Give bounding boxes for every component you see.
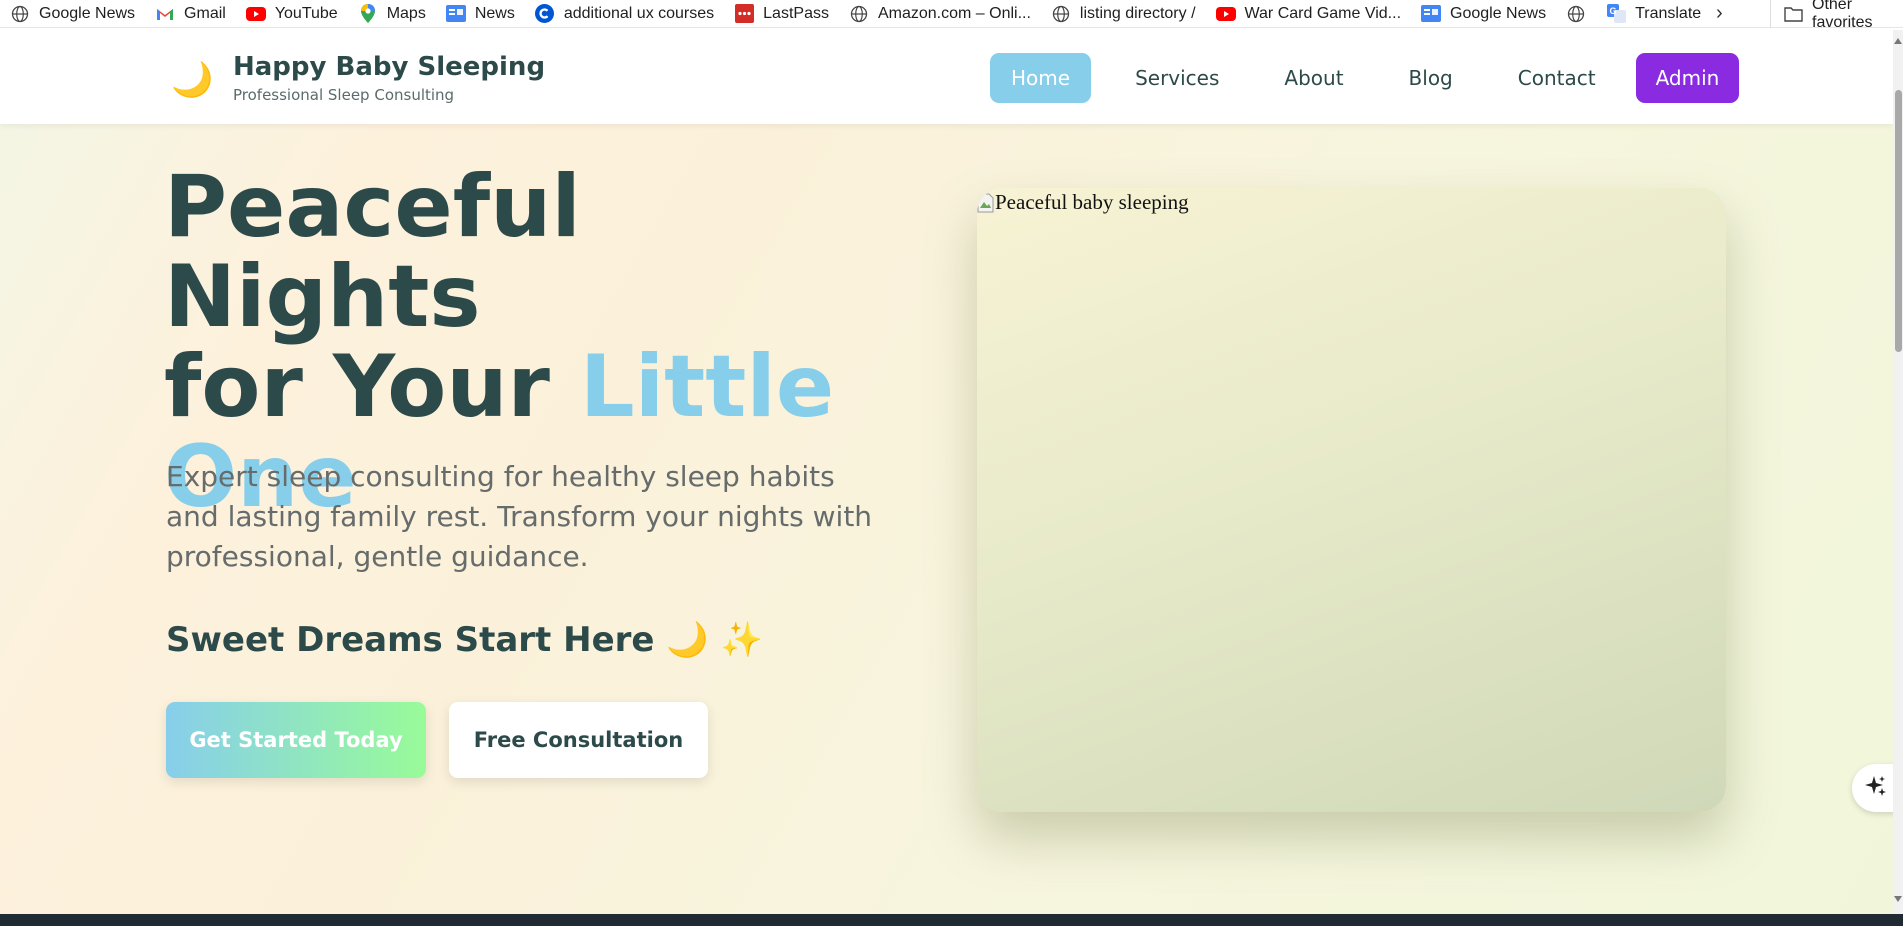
bookmark-globe[interactable]	[1556, 0, 1596, 28]
free-consultation-button[interactable]: Free Consultation	[449, 702, 708, 778]
gmail-icon	[155, 4, 175, 24]
youtube-icon	[245, 4, 266, 24]
bookmark-label: Translate	[1635, 4, 1702, 22]
site-header: 🌙 Happy Baby Sleeping Professional Sleep…	[0, 30, 1893, 124]
get-started-button[interactable]: Get Started Today	[166, 702, 426, 778]
globe-icon	[1051, 4, 1071, 24]
scroll-down-arrow-icon[interactable]	[1894, 896, 1902, 902]
translate-icon: G	[1606, 4, 1626, 24]
bookmark-gmail[interactable]: Gmail	[145, 0, 236, 28]
coursera-icon	[535, 4, 555, 24]
main-nav: Home Services About Blog Contact Admin	[990, 53, 1740, 103]
nav-home[interactable]: Home	[990, 53, 1092, 103]
headline-line-1: Peaceful Nights	[164, 157, 581, 347]
broken-image-icon	[977, 193, 994, 213]
bookmark-label: War Card Game Vid...	[1244, 4, 1402, 22]
google-news-icon	[1421, 4, 1442, 24]
bookmark-translate[interactable]: G Translate	[1596, 0, 1711, 28]
sparkle-icon	[1864, 774, 1888, 802]
bookmark-label: Maps	[386, 4, 426, 22]
headline-line-2: for Your	[164, 337, 580, 437]
nav-services[interactable]: Services	[1114, 53, 1240, 103]
bookmark-lastpass[interactable]: LastPass	[724, 0, 839, 28]
google-news-icon	[445, 4, 466, 24]
bookmarks-bar: Google News Gmail YouTube Maps News addi…	[0, 0, 1903, 31]
nav-contact[interactable]: Contact	[1497, 53, 1617, 103]
hero-description: Expert sleep consulting for healthy slee…	[166, 460, 873, 573]
scrollbar-thumb[interactable]	[1895, 90, 1902, 352]
admin-button[interactable]: Admin	[1635, 53, 1740, 103]
svg-text:G: G	[1609, 6, 1616, 16]
brand-tagline: Professional Sleep Consulting	[233, 86, 455, 104]
nav-about[interactable]: About	[1263, 53, 1364, 103]
hero-image-alt-text: Peaceful baby sleeping	[995, 190, 1189, 214]
bookmark-label: News	[474, 4, 515, 22]
page-scrollbar[interactable]	[1893, 30, 1903, 914]
nav-blog[interactable]: Blog	[1388, 53, 1474, 103]
bookmark-label: Amazon.com – Onli...	[877, 4, 1031, 22]
bookmark-label: Gmail	[184, 4, 226, 22]
maps-pin-icon	[358, 4, 378, 24]
hero-image: Peaceful baby sleeping	[977, 188, 1726, 812]
hero-image-alt: Peaceful baby sleeping	[977, 190, 1189, 215]
bookmark-war-card-game[interactable]: War Card Game Vid...	[1206, 0, 1412, 28]
globe-icon	[1566, 4, 1586, 24]
bookmark-label: additional ux courses	[563, 4, 715, 22]
bookmark-google-news-2[interactable]: Google News	[1411, 0, 1556, 28]
ai-sparkle-button[interactable]	[1852, 764, 1893, 812]
bookmark-label: Google News	[39, 4, 136, 22]
bookmark-label: YouTube	[274, 4, 338, 22]
hero-tagline: Sweet Dreams Start Here 🌙 ✨	[166, 620, 763, 660]
moon-logo-icon[interactable]: 🌙	[171, 60, 213, 100]
lastpass-icon	[734, 4, 754, 24]
page-viewport: 🌙 Happy Baby Sleeping Professional Sleep…	[0, 30, 1893, 914]
bookmark-label: LastPass	[763, 4, 829, 22]
bookmark-news[interactable]: News	[436, 0, 525, 28]
bookmark-amazon[interactable]: Amazon.com – Onli...	[839, 0, 1041, 28]
bookmark-google-news[interactable]: Google News	[0, 0, 145, 28]
bookmark-label: Other favorites	[1812, 0, 1873, 31]
brand-name[interactable]: Happy Baby Sleeping	[233, 52, 545, 82]
scroll-up-arrow-icon[interactable]	[1894, 38, 1902, 44]
bookmark-listing-directory[interactable]: listing directory /	[1041, 0, 1206, 28]
folder-icon	[1783, 4, 1803, 24]
globe-icon	[10, 4, 30, 24]
bookmark-other-favorites[interactable]: Other favorites	[1770, 0, 1903, 31]
bookmark-youtube[interactable]: YouTube	[236, 0, 348, 28]
bookmark-ux-courses[interactable]: additional ux courses	[525, 0, 724, 28]
chevron-right-icon[interactable]: ›	[1716, 2, 1723, 25]
youtube-icon	[1215, 4, 1236, 24]
taskbar-strip	[0, 914, 1903, 926]
bookmark-label: Google News	[1450, 4, 1547, 22]
bookmark-maps[interactable]: Maps	[348, 0, 436, 28]
bookmark-label: listing directory /	[1079, 4, 1196, 22]
globe-icon	[849, 4, 869, 24]
